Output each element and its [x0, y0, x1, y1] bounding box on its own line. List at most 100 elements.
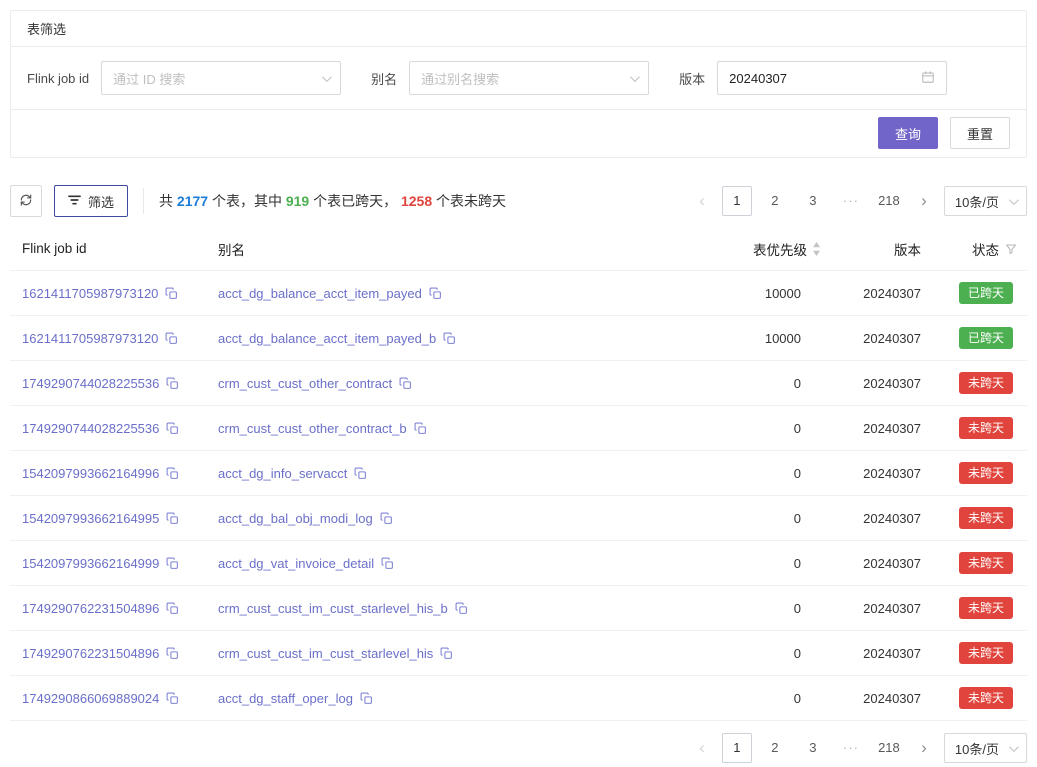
pagination-next-button[interactable]: ›: [912, 186, 936, 216]
row-id-link[interactable]: 1542097993662164999: [22, 556, 159, 571]
row-alias-link[interactable]: acct_dg_info_servacct: [218, 466, 347, 481]
row-priority: 0: [621, 601, 821, 616]
copy-icon[interactable]: [166, 512, 179, 525]
row-alias-link[interactable]: acct_dg_balance_acct_item_payed: [218, 286, 422, 301]
pagination-page[interactable]: 3: [798, 733, 828, 763]
row-id-link[interactable]: 1749290762231504896: [22, 601, 159, 616]
table-row: 1621411705987973120 acct_dg_balance_acct…: [10, 271, 1027, 316]
pagination-page[interactable]: 2: [760, 733, 790, 763]
column-header-status[interactable]: 状态: [921, 239, 1027, 259]
filter-card: 表筛选 Flink job id 通过 ID 搜索 别名 通过别名搜索 版本: [10, 10, 1027, 158]
copy-icon[interactable]: [455, 602, 468, 615]
filter-lines-icon: [68, 194, 81, 209]
copy-icon[interactable]: [166, 467, 179, 480]
row-alias-link[interactable]: crm_cust_cust_im_cust_starlevel_his_b: [218, 601, 448, 616]
summary-not-crossed-count: 1258: [401, 193, 432, 209]
pagination-page[interactable]: 218: [874, 186, 904, 216]
version-date-input[interactable]: [729, 71, 889, 86]
row-version: 20240307: [821, 601, 921, 616]
table-row: 1542097993662164999 acct_dg_vat_invoice_…: [10, 541, 1027, 586]
row-priority: 10000: [621, 331, 821, 346]
status-badge: 未跨天: [959, 687, 1013, 709]
copy-icon[interactable]: [380, 512, 393, 525]
filter-toggle-button[interactable]: 筛选: [54, 185, 128, 217]
row-alias-link[interactable]: crm_cust_cust_im_cust_starlevel_his: [218, 646, 433, 661]
chevron-down-icon: [322, 72, 332, 82]
copy-icon[interactable]: [429, 287, 442, 300]
row-priority: 10000: [621, 286, 821, 301]
column-header-label: 表优先级: [753, 239, 807, 259]
column-header-priority[interactable]: 表优先级: [621, 239, 821, 259]
copy-icon[interactable]: [165, 287, 178, 300]
copy-icon[interactable]: [443, 332, 456, 345]
flink-job-id-select[interactable]: 通过 ID 搜索: [101, 61, 341, 95]
flink-job-id-placeholder: 通过 ID 搜索: [113, 69, 185, 88]
reset-button[interactable]: 重置: [950, 117, 1010, 149]
sort-icon[interactable]: [812, 242, 821, 256]
row-alias-link[interactable]: acct_dg_staff_oper_log: [218, 691, 353, 706]
status-badge: 已跨天: [959, 282, 1013, 304]
row-id-link[interactable]: 1749290744028225536: [22, 421, 159, 436]
status-badge: 未跨天: [959, 552, 1013, 574]
pagination-prev-button[interactable]: ‹: [690, 186, 714, 216]
row-id-link[interactable]: 1542097993662164995: [22, 511, 159, 526]
copy-icon[interactable]: [399, 377, 412, 390]
row-alias-link[interactable]: crm_cust_cust_other_contract_b: [218, 421, 407, 436]
row-priority: 0: [621, 466, 821, 481]
status-badge: 未跨天: [959, 372, 1013, 394]
pagination-ellipsis: ···: [836, 733, 866, 763]
pagination-page[interactable]: 218: [874, 733, 904, 763]
row-id-link[interactable]: 1749290744028225536: [22, 376, 159, 391]
status-badge: 已跨天: [959, 327, 1013, 349]
pagination-prev-button[interactable]: ‹: [690, 733, 714, 763]
pagination-page[interactable]: 1: [722, 186, 752, 216]
column-filter-icon[interactable]: [1005, 243, 1017, 255]
row-id-link[interactable]: 1621411705987973120: [22, 331, 158, 346]
row-version: 20240307: [821, 511, 921, 526]
copy-icon[interactable]: [166, 377, 179, 390]
copy-icon[interactable]: [414, 422, 427, 435]
pagination-next-button[interactable]: ›: [912, 733, 936, 763]
column-header-label: 别名: [218, 239, 245, 259]
copy-icon[interactable]: [440, 647, 453, 660]
copy-icon[interactable]: [165, 332, 178, 345]
page: 表筛选 Flink job id 通过 ID 搜索 别名 通过别名搜索 版本: [0, 0, 1037, 763]
refresh-button[interactable]: [10, 185, 42, 217]
page-size-select[interactable]: 10条/页: [944, 186, 1027, 216]
row-id-link[interactable]: 1621411705987973120: [22, 286, 158, 301]
copy-icon[interactable]: [166, 422, 179, 435]
filter-toggle-label: 筛选: [88, 192, 114, 211]
table-row: 1749290866069889024 acct_dg_staff_oper_l…: [10, 676, 1027, 721]
row-alias-link[interactable]: crm_cust_cust_other_contract: [218, 376, 392, 391]
chevron-down-icon: [1009, 742, 1019, 752]
copy-icon[interactable]: [166, 647, 179, 660]
field-flink-job-id: Flink job id 通过 ID 搜索: [27, 61, 341, 95]
copy-icon[interactable]: [381, 557, 394, 570]
version-date-picker[interactable]: [717, 61, 947, 95]
field-alias: 别名 通过别名搜索: [371, 61, 649, 95]
row-id-link[interactable]: 1749290866069889024: [22, 691, 159, 706]
copy-icon[interactable]: [166, 602, 179, 615]
row-alias-link[interactable]: acct_dg_balance_acct_item_payed_b: [218, 331, 436, 346]
table-row: 1542097993662164996 acct_dg_info_servacc…: [10, 451, 1027, 496]
page-size-select[interactable]: 10条/页: [944, 733, 1027, 763]
pagination-page[interactable]: 2: [760, 186, 790, 216]
table-body: 1621411705987973120 acct_dg_balance_acct…: [10, 271, 1027, 721]
summary-p2: 个表，其中: [208, 193, 286, 209]
copy-icon[interactable]: [354, 467, 367, 480]
column-header-label: 状态: [972, 239, 999, 259]
row-version: 20240307: [821, 376, 921, 391]
row-id-link[interactable]: 1542097993662164996: [22, 466, 159, 481]
query-button[interactable]: 查询: [878, 117, 938, 149]
copy-icon[interactable]: [166, 692, 179, 705]
row-alias-link[interactable]: acct_dg_bal_obj_modi_log: [218, 511, 373, 526]
chevron-down-icon: [630, 72, 640, 82]
copy-icon[interactable]: [360, 692, 373, 705]
row-alias-link[interactable]: acct_dg_vat_invoice_detail: [218, 556, 374, 571]
pagination-page[interactable]: 3: [798, 186, 828, 216]
pagination-page[interactable]: 1: [722, 733, 752, 763]
alias-select[interactable]: 通过别名搜索: [409, 61, 649, 95]
row-id-link[interactable]: 1749290762231504896: [22, 646, 159, 661]
summary-total-count: 2177: [177, 193, 208, 209]
copy-icon[interactable]: [166, 557, 179, 570]
